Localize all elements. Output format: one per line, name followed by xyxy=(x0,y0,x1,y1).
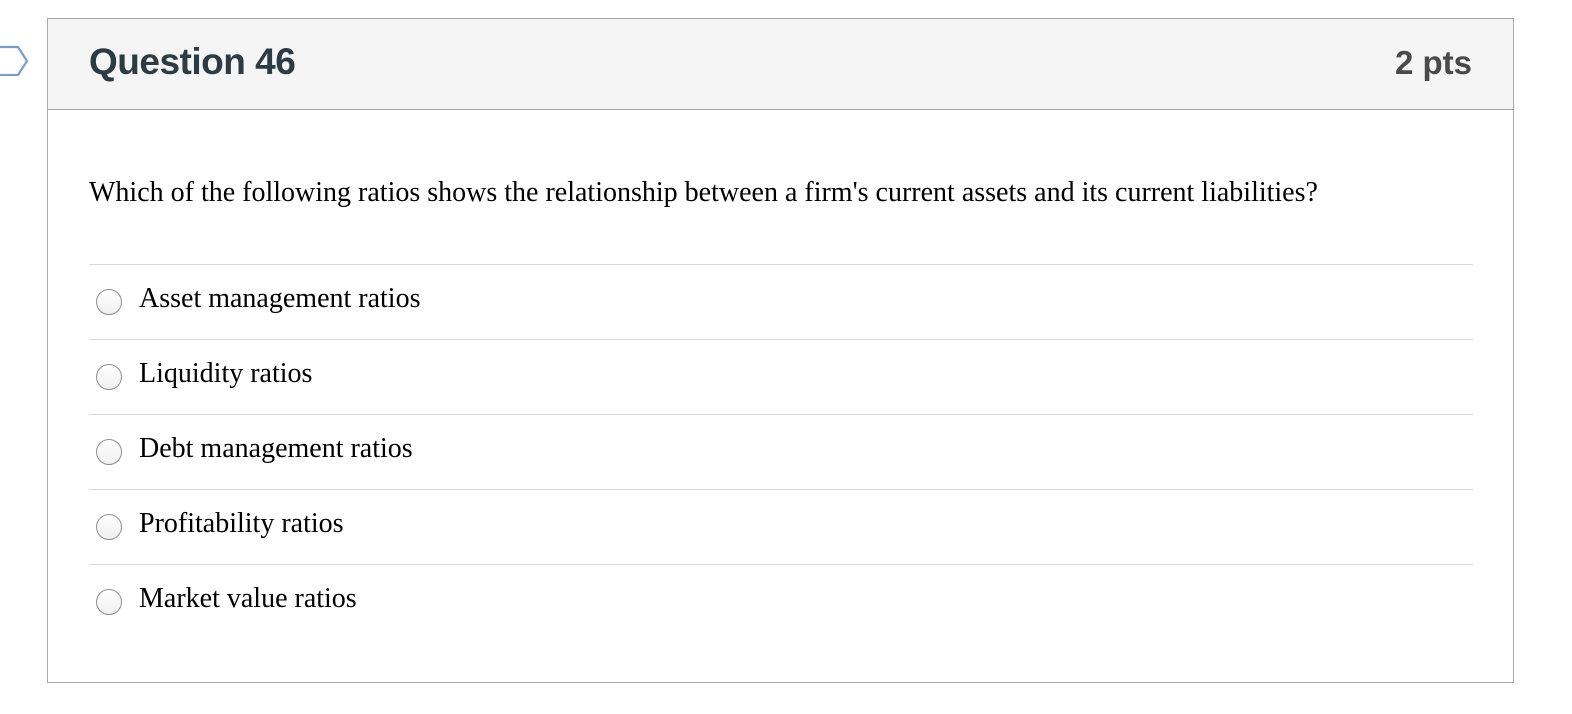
flag-question-icon[interactable] xyxy=(0,44,30,78)
radio-button[interactable] xyxy=(96,439,122,465)
question-points: 2 pts xyxy=(1394,44,1472,81)
answer-list: Asset management ratios Liquidity ratios… xyxy=(89,264,1473,639)
answer-option[interactable]: Debt management ratios xyxy=(89,414,1473,489)
answer-label[interactable]: Asset management ratios xyxy=(139,283,420,315)
answer-option[interactable]: Market value ratios xyxy=(89,564,1473,639)
radio-button[interactable] xyxy=(96,364,122,390)
answer-option[interactable]: Asset management ratios xyxy=(89,264,1473,339)
question-text: Which of the following ratios shows the … xyxy=(89,177,1318,208)
radio-button[interactable] xyxy=(96,289,122,315)
question-card: Question 46 2 pts Which of the following… xyxy=(47,18,1514,683)
question-title: Question 46 xyxy=(89,41,296,82)
answer-label[interactable]: Market value ratios xyxy=(139,583,357,615)
radio-button[interactable] xyxy=(96,514,122,540)
answer-option[interactable]: Profitability ratios xyxy=(89,489,1473,564)
answer-label[interactable]: Profitability ratios xyxy=(139,508,344,540)
answer-option[interactable]: Liquidity ratios xyxy=(89,339,1473,414)
answer-label[interactable]: Debt management ratios xyxy=(139,433,413,465)
question-header: Question 46 2 pts xyxy=(48,19,1513,110)
radio-button[interactable] xyxy=(96,589,122,615)
answer-label[interactable]: Liquidity ratios xyxy=(139,358,312,390)
